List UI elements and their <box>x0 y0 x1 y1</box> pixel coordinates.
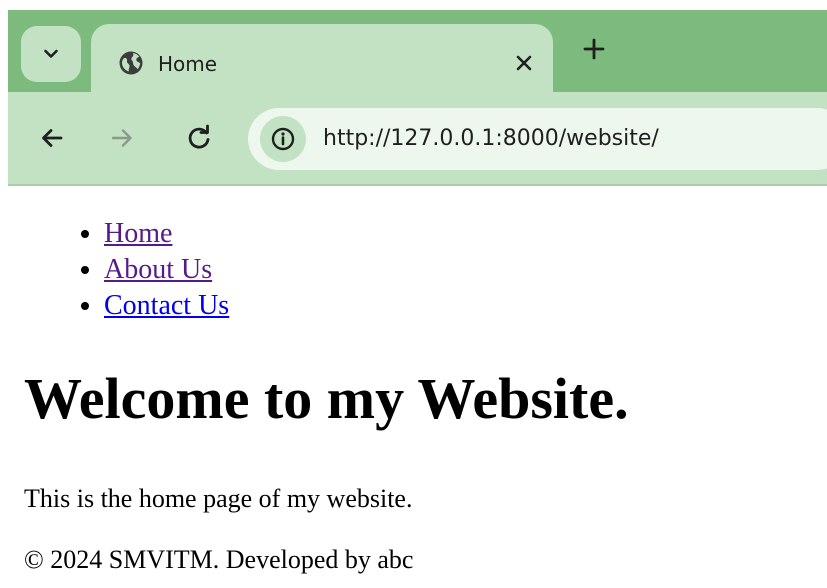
page-title: Welcome to my Website. <box>24 366 629 431</box>
tab-title: Home <box>158 52 218 76</box>
browser-window: Home http://127.0.0.1:8000/website/ <box>8 10 827 186</box>
tab-search-button[interactable] <box>21 26 81 82</box>
nav-item-contact: Contact Us <box>104 288 229 324</box>
nav-link-home[interactable]: Home <box>104 218 172 249</box>
close-icon[interactable] <box>512 51 536 75</box>
address-bar[interactable]: http://127.0.0.1:8000/website/ <box>248 108 827 170</box>
page-content: Home About Us Contact Us Welcome to my W… <box>0 186 827 588</box>
arrow-right-icon[interactable] <box>106 122 138 154</box>
chevron-down-icon <box>44 49 58 58</box>
browser-toolbar: http://127.0.0.1:8000/website/ <box>8 92 827 186</box>
nav-item-home: Home <box>104 216 229 252</box>
url-text[interactable]: http://127.0.0.1:8000/website/ <box>323 123 659 155</box>
nav-item-about: About Us <box>104 252 229 288</box>
nav-link-about[interactable]: About Us <box>104 254 212 285</box>
site-info-button[interactable] <box>260 116 306 162</box>
reload-icon[interactable] <box>183 122 215 154</box>
info-icon <box>271 127 295 151</box>
nav-link-contact[interactable]: Contact Us <box>104 290 229 321</box>
site-nav: Home About Us Contact Us <box>64 216 229 324</box>
tab-strip: Home <box>8 10 827 104</box>
footer-text: © 2024 SMVITM. Developed by abc <box>24 545 414 574</box>
intro-text: This is the home page of my website. <box>24 484 413 513</box>
arrow-left-icon[interactable] <box>36 122 68 154</box>
plus-icon[interactable] <box>581 36 607 62</box>
globe-icon <box>119 51 143 75</box>
